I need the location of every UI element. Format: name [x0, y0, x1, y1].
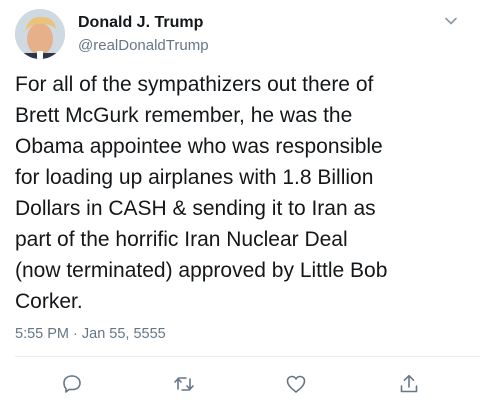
- tweet-text-line: Brett McGurk remember, he was the: [15, 104, 353, 127]
- divider: [15, 356, 480, 357]
- tweet-text-line: for loading up airplanes with 1.8 Billio…: [15, 166, 374, 189]
- reply-icon[interactable]: [60, 372, 84, 396]
- tweet-text-line: Obama appointee who was responsible: [15, 135, 383, 158]
- author-handle[interactable]: @realDonaldTrump: [78, 37, 209, 54]
- tweet-text-line: part of the horrific Iran Nuclear Deal: [15, 228, 348, 251]
- tweet-text: For all of the sympathizers out there of…: [15, 69, 470, 317]
- avatar[interactable]: [15, 9, 65, 59]
- heart-icon[interactable]: [284, 372, 308, 396]
- tweet-card: Donald J. Trump @realDonaldTrump For all…: [0, 0, 480, 410]
- chevron-down-icon[interactable]: [444, 14, 458, 28]
- tweet-timestamp[interactable]: 5:55 PM · Jan 55, 5555: [15, 326, 166, 342]
- author-name[interactable]: Donald J. Trump: [78, 14, 203, 32]
- tweet-text-line: (now terminated) approved by Little Bob: [15, 259, 388, 282]
- tweet-text-line: Corker.: [15, 290, 83, 313]
- avatar-image: [15, 9, 65, 59]
- retweet-icon[interactable]: [172, 372, 196, 396]
- tweet-text-line: Dollars in CASH & sending it to Iran as: [15, 197, 376, 220]
- tweet-text-line: For all of the sympathizers out there of: [15, 73, 374, 96]
- share-icon[interactable]: [397, 372, 421, 396]
